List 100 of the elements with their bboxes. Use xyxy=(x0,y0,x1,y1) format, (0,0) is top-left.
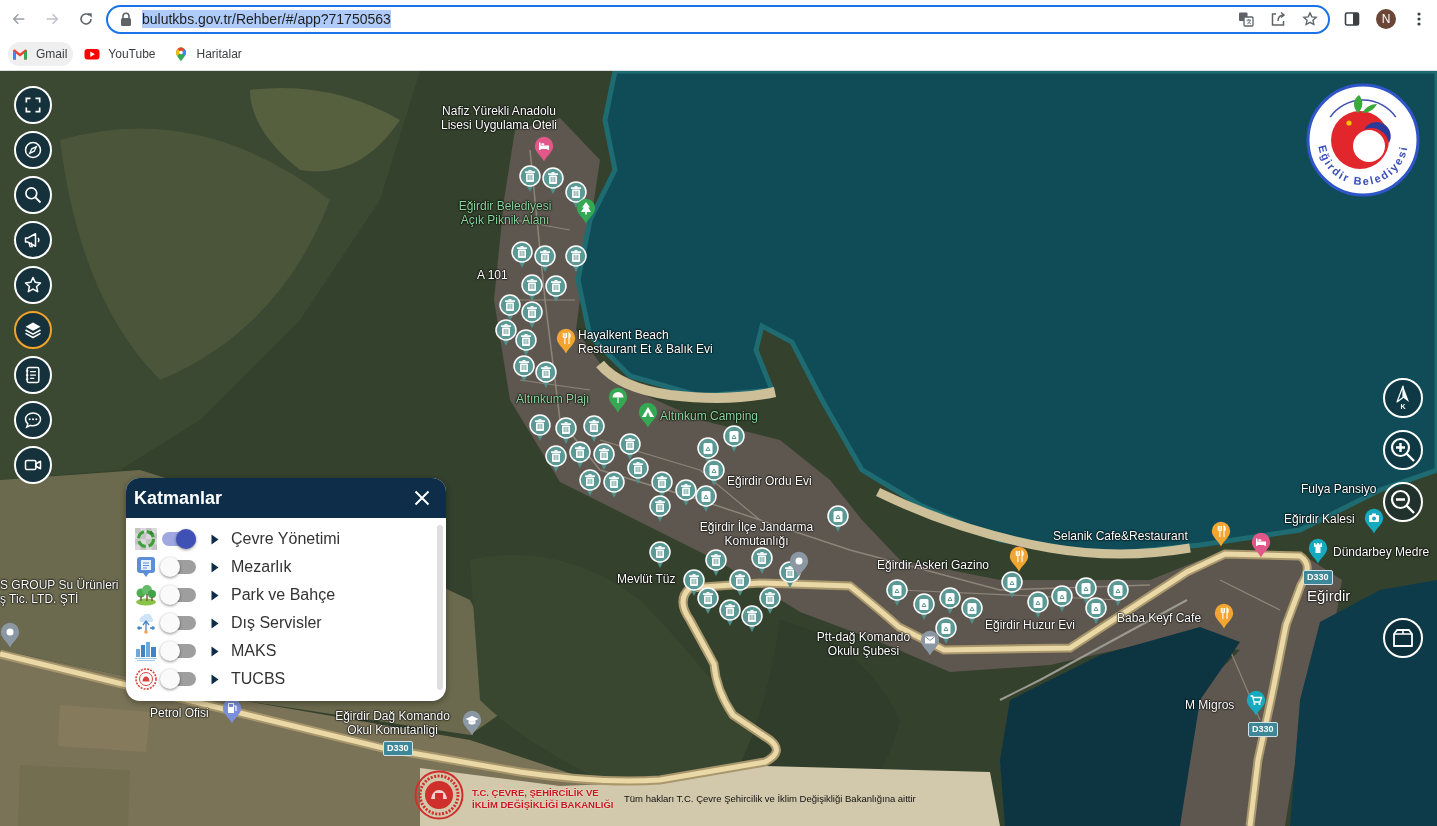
umbrella-pin-icon[interactable] xyxy=(608,387,628,413)
trash-bin-marker-icon[interactable] xyxy=(619,433,641,461)
trash-bin-marker-icon[interactable] xyxy=(499,294,521,322)
bed-pin-icon[interactable] xyxy=(1251,532,1271,558)
zoom-out-button[interactable] xyxy=(1383,482,1423,522)
layer-toggle[interactable] xyxy=(160,585,196,605)
trash-bin-marker-icon[interactable] xyxy=(511,241,533,269)
trash-bin-marker-icon[interactable] xyxy=(555,417,577,445)
bed-pin-icon[interactable] xyxy=(534,136,554,162)
cart-pin-icon[interactable] xyxy=(1246,690,1266,716)
trash-bin-marker-icon[interactable] xyxy=(565,245,587,273)
trash-bin-marker-icon[interactable] xyxy=(741,605,763,633)
trash-bin-marker-icon[interactable] xyxy=(675,479,697,507)
trash-bin-marker-icon[interactable] xyxy=(759,587,781,615)
zoom-in-icon xyxy=(1389,436,1417,464)
recycle-bin-marker-icon[interactable] xyxy=(1027,591,1049,619)
recycle-bin-marker-icon[interactable] xyxy=(913,593,935,621)
castle-tower-pin-icon[interactable] xyxy=(1308,538,1328,564)
map-label: Hayalkent Beach Restaurant Et & Balık Evi xyxy=(578,328,714,356)
location-pin-icon[interactable] xyxy=(0,622,20,648)
trash-bin-marker-icon[interactable] xyxy=(579,469,601,497)
trash-bin-marker-icon[interactable] xyxy=(583,415,605,443)
trash-bin-marker-icon[interactable] xyxy=(521,274,543,302)
trash-bin-marker-icon[interactable] xyxy=(705,549,727,577)
trash-bin-marker-icon[interactable] xyxy=(519,165,541,193)
fork-knife-pin-icon[interactable] xyxy=(556,328,576,354)
trash-bin-marker-icon[interactable] xyxy=(495,319,517,347)
trash-bin-marker-icon[interactable] xyxy=(529,414,551,442)
url-text: bulutkbs.gov.tr/Rehber/#/app?71750563 xyxy=(142,10,391,28)
trash-bin-marker-icon[interactable] xyxy=(651,471,673,499)
trash-bin-marker-icon[interactable] xyxy=(542,167,564,195)
camera-pin-icon[interactable] xyxy=(1364,508,1384,534)
trash-bin-marker-icon[interactable] xyxy=(751,547,773,575)
fork-knife-pin-icon[interactable] xyxy=(1214,603,1234,629)
share-icon[interactable] xyxy=(1270,11,1286,27)
layer-toggle[interactable] xyxy=(160,641,196,661)
caret-icon[interactable] xyxy=(211,673,219,685)
trash-bin-marker-icon[interactable] xyxy=(697,587,719,615)
profile-avatar[interactable]: N xyxy=(1376,9,1396,29)
trash-bin-marker-icon[interactable] xyxy=(627,457,649,485)
recycle-bin-marker-icon[interactable] xyxy=(886,579,908,607)
tree-pin-icon[interactable] xyxy=(576,198,596,224)
layer-toggle[interactable] xyxy=(160,669,196,689)
translate-icon[interactable] xyxy=(1238,11,1254,27)
trash-bin-marker-icon[interactable] xyxy=(569,441,591,469)
recycle-bin-marker-icon[interactable] xyxy=(695,485,717,513)
caret-icon[interactable] xyxy=(211,645,219,657)
caret-icon[interactable] xyxy=(211,617,219,629)
recycle-bin-marker-icon[interactable] xyxy=(723,425,745,453)
route-shield: D330 xyxy=(1248,722,1278,737)
trash-bin-marker-icon[interactable] xyxy=(649,495,671,523)
tent-pin-icon[interactable] xyxy=(638,402,658,428)
close-icon[interactable] xyxy=(414,490,430,506)
layer-toggle[interactable] xyxy=(160,529,196,549)
box-button[interactable] xyxy=(1383,618,1423,658)
caret-icon[interactable] xyxy=(211,533,219,545)
reload-icon[interactable] xyxy=(78,11,94,27)
trash-bin-marker-icon[interactable] xyxy=(719,599,741,627)
fork-knife-pin-icon[interactable] xyxy=(1009,546,1029,572)
trash-bin-marker-icon[interactable] xyxy=(649,541,671,569)
recycle-bin-marker-icon[interactable] xyxy=(1051,585,1073,613)
bookmark-link[interactable]: Gmail xyxy=(8,42,74,66)
caret-icon[interactable] xyxy=(211,561,219,573)
trash-bin-marker-icon[interactable] xyxy=(515,329,537,357)
fullscreen-icon xyxy=(23,95,43,115)
trash-bin-marker-icon[interactable] xyxy=(603,471,625,499)
trash-bin-marker-icon[interactable] xyxy=(683,569,705,597)
recycle-bin-marker-icon[interactable] xyxy=(1085,597,1107,625)
cloud-network-icon xyxy=(135,612,157,634)
bookmark-link[interactable]: Haritalar xyxy=(168,42,248,66)
recycle-bin-marker-icon[interactable] xyxy=(939,587,961,615)
recycle-bin-marker-icon[interactable] xyxy=(1001,571,1023,599)
recycle-bin-marker-icon[interactable] xyxy=(961,597,983,625)
trash-bin-marker-icon[interactable] xyxy=(545,275,567,303)
envelope-pin-icon[interactable] xyxy=(920,630,940,656)
trash-bin-marker-icon[interactable] xyxy=(513,355,535,383)
zoom-in-button[interactable] xyxy=(1383,430,1423,470)
graduation-cap-pin-icon[interactable] xyxy=(462,710,482,736)
layer-toggle[interactable] xyxy=(160,613,196,633)
trash-bin-marker-icon[interactable] xyxy=(593,443,615,471)
trash-bin-marker-icon[interactable] xyxy=(545,445,567,473)
recycle-bin-marker-icon[interactable] xyxy=(1107,579,1129,607)
scrollbar-thumb[interactable] xyxy=(437,525,443,690)
layer-toggle[interactable] xyxy=(160,557,196,577)
trash-bin-marker-icon[interactable] xyxy=(535,361,557,389)
recycle-bin-marker-icon[interactable] xyxy=(703,459,725,487)
trash-bin-marker-icon[interactable] xyxy=(729,569,751,597)
location-pin-icon[interactable] xyxy=(789,551,809,577)
play-button-icon xyxy=(84,46,101,62)
address-bar[interactable]: bulutkbs.gov.tr/Rehber/#/app?71750563 xyxy=(106,4,1330,34)
bookmark-star-icon[interactable] xyxy=(1302,11,1318,27)
fork-knife-pin-icon[interactable] xyxy=(1211,521,1231,547)
ministry-name: T.C. ÇEVRE, ŞEHİRCİLİK VE İKLİM DEĞİŞİKLİĞİ BAKANLIĞI xyxy=(472,787,615,811)
compass-icon xyxy=(23,140,43,160)
caret-icon[interactable] xyxy=(211,589,219,601)
trash-bin-marker-icon[interactable] xyxy=(521,301,543,329)
trash-bin-marker-icon[interactable] xyxy=(534,245,556,273)
recycle-bin-marker-icon[interactable] xyxy=(827,505,849,533)
side-panel-icon[interactable] xyxy=(1344,11,1360,27)
bookmark-link[interactable]: YouTube xyxy=(80,42,162,66)
